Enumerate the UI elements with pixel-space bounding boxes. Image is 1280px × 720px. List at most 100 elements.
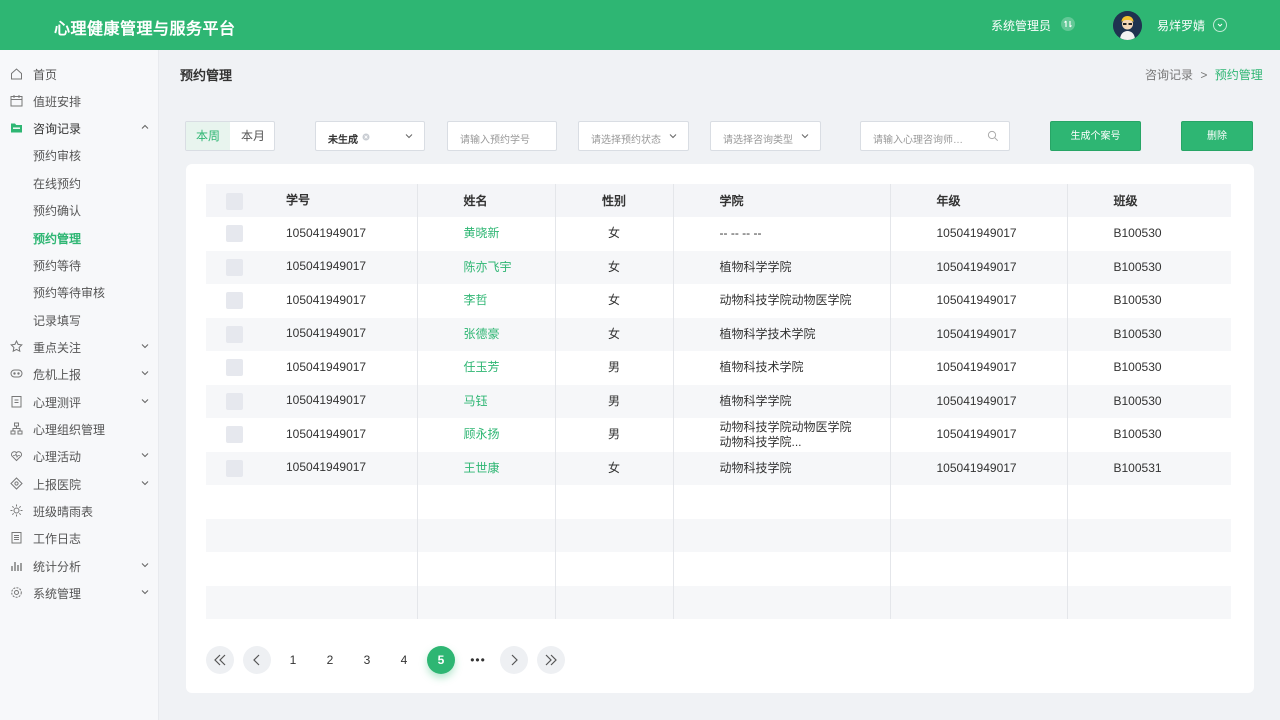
alert-icon bbox=[10, 369, 23, 378]
cell-id: 105041949017 bbox=[286, 426, 367, 441]
delete-button[interactable]: 删除 bbox=[1181, 121, 1253, 151]
case-status-value: 未生成 bbox=[328, 135, 358, 146]
row-checkbox[interactable] bbox=[226, 392, 243, 410]
last-page-button[interactable] bbox=[537, 646, 565, 674]
page-button-5-current[interactable]: 5 bbox=[427, 646, 455, 674]
sidebar-item-booking-wait-review[interactable]: 预约等待审核 bbox=[0, 278, 158, 305]
cell-class: B100530 bbox=[1067, 384, 1231, 418]
row-checkbox[interactable] bbox=[226, 426, 243, 444]
cell-class: B100530 bbox=[1113, 360, 1162, 375]
cell-id: 105041949017 bbox=[286, 359, 367, 374]
cell-name-link[interactable]: 李哲 bbox=[464, 293, 488, 307]
sidebar-item-booking-review[interactable]: 预约审核 bbox=[0, 141, 158, 168]
cell-name-link[interactable]: 张德豪 bbox=[464, 327, 500, 341]
row-checkbox[interactable] bbox=[226, 292, 243, 310]
clear-icon[interactable] bbox=[362, 133, 370, 141]
table-row[interactable]: 105041949017 顾永扬 男 动物科技学院动物医学院 动物科技学院... … bbox=[206, 418, 1231, 452]
page-button-3[interactable]: 3 bbox=[353, 646, 381, 674]
sidebar-item-label: 上报医院 bbox=[33, 478, 82, 492]
cell-name-link[interactable]: 陈亦飞宇 bbox=[464, 260, 512, 274]
sidebar-item-class-barometer[interactable]: 班级晴雨表 bbox=[0, 497, 158, 524]
cell-name-link[interactable]: 顾永扬 bbox=[464, 427, 500, 441]
case-status-select[interactable]: 未生成 bbox=[315, 121, 425, 151]
username[interactable]: 易烊罗婧 bbox=[1157, 17, 1205, 34]
breadcrumb-parent[interactable]: 咨询记录 bbox=[1145, 68, 1193, 82]
tab-this-week[interactable]: 本周 bbox=[186, 122, 230, 150]
folder-icon bbox=[11, 123, 22, 133]
row-checkbox[interactable] bbox=[226, 258, 243, 276]
sidebar-item-consult-records[interactable]: 咨询记录 bbox=[0, 114, 158, 141]
cell-gender: 男 bbox=[555, 384, 674, 418]
page-button-4[interactable]: 4 bbox=[390, 646, 418, 674]
empty-row bbox=[206, 552, 1231, 586]
cell-grade: 105041949017 bbox=[890, 284, 1068, 318]
sidebar-item-org-manage[interactable]: 心理组织管理 bbox=[0, 415, 158, 442]
sidebar-item-statistics[interactable]: 统计分析 bbox=[0, 552, 158, 579]
cell-college: 植物科技术学院 bbox=[673, 351, 891, 385]
cell-college-line: 动物科技学院... bbox=[719, 434, 802, 449]
sidebar-item-label: 值班安排 bbox=[33, 95, 82, 109]
sidebar-item-activity[interactable]: 心理活动 bbox=[0, 442, 158, 469]
consult-type-select[interactable]: 请选择咨询类型 bbox=[710, 121, 821, 151]
log-icon bbox=[11, 532, 22, 544]
sidebar-item-home[interactable]: 首页 bbox=[0, 60, 158, 87]
table-row[interactable]: 105041949017 黄晓新 女 -- -- -- -- 105041949… bbox=[206, 217, 1231, 251]
first-page-button[interactable] bbox=[206, 646, 234, 674]
table-card: 学号 姓名 性别 学院 年级 班级 105041949017 黄晓新 女 -- … bbox=[186, 164, 1254, 693]
table-row[interactable]: 105041949017 王世康 女 动物科技学院 105041949017 B… bbox=[206, 451, 1231, 485]
pagination-ellipsis[interactable]: ••• bbox=[464, 646, 492, 674]
table-row[interactable]: 105041949017 李哲 女 动物科技学院动物医学院 1050419490… bbox=[206, 284, 1231, 318]
sidebar-item-assessment[interactable]: 心理测评 bbox=[0, 388, 158, 415]
avatar[interactable] bbox=[1113, 11, 1142, 40]
cell-class: B100530 bbox=[1113, 427, 1162, 442]
sidebar-item-hospital-report[interactable]: 上报医院 bbox=[0, 470, 158, 497]
sidebar-item-crisis-report[interactable]: 危机上报 bbox=[0, 360, 158, 387]
search-icon[interactable] bbox=[987, 130, 999, 142]
prev-page-button[interactable] bbox=[243, 646, 271, 674]
table-row[interactable]: 105041949017 马钰 男 植物科学学院 105041949017 B1… bbox=[206, 384, 1231, 418]
breadcrumb-current: 预约管理 bbox=[1214, 68, 1263, 82]
sidebar-item-system[interactable]: 系统管理 bbox=[0, 579, 158, 606]
table-row[interactable]: 105041949017 任玉芳 男 植物科技术学院 105041949017 … bbox=[206, 351, 1231, 385]
tab-this-month[interactable]: 本月 bbox=[231, 122, 274, 150]
row-checkbox[interactable] bbox=[226, 359, 243, 377]
student-id-input[interactable]: 请输入预约学号 bbox=[447, 121, 557, 151]
table-row[interactable]: 105041949017 陈亦飞宇 女 植物科学学院 105041949017 … bbox=[206, 250, 1231, 284]
sidebar-item-duty[interactable]: 值班安排 bbox=[0, 87, 158, 114]
sidebar-item-label: 心理活动 bbox=[33, 450, 82, 464]
switch-role-icon[interactable] bbox=[1061, 17, 1075, 31]
row-checkbox[interactable] bbox=[226, 325, 243, 343]
cell-name-link[interactable]: 马钰 bbox=[464, 394, 488, 408]
chevron-down-icon bbox=[141, 563, 149, 568]
cell-name-link[interactable]: 黄晓新 bbox=[464, 226, 500, 240]
calendar-icon bbox=[10, 95, 23, 107]
generate-case-number-button[interactable]: 生成个案号 bbox=[1050, 121, 1141, 151]
row-checkbox[interactable] bbox=[226, 459, 243, 477]
sidebar: 首页 值班安排 咨询记录 预约审核 在线预约 预约确认 预约管理 预约等待 预约… bbox=[0, 50, 159, 720]
sidebar-item-label: 重点关注 bbox=[33, 341, 82, 355]
role-label[interactable]: 系统管理员 bbox=[991, 17, 1051, 34]
table-row[interactable]: 105041949017 张德豪 女 植物科学技术学院 105041949017… bbox=[206, 317, 1231, 351]
row-checkbox[interactable] bbox=[226, 225, 243, 243]
sidebar-item-booking-manage[interactable]: 预约管理 bbox=[0, 224, 158, 251]
counselor-search-input[interactable]: 请输入心理咨询师… bbox=[860, 121, 1010, 151]
page-button-2[interactable]: 2 bbox=[316, 646, 344, 674]
cell-name-link[interactable]: 王世康 bbox=[464, 461, 500, 475]
cell-name-link[interactable]: 任玉芳 bbox=[464, 360, 500, 374]
page-button-1[interactable]: 1 bbox=[279, 646, 307, 674]
sidebar-item-booking-wait[interactable]: 预约等待 bbox=[0, 251, 158, 278]
select-all-checkbox[interactable] bbox=[226, 192, 243, 210]
sidebar-item-online-booking[interactable]: 在线预约 bbox=[0, 169, 158, 196]
sidebar-item-label: 咨询记录 bbox=[33, 122, 82, 136]
sidebar-item-label: 预约等待 bbox=[33, 259, 82, 273]
next-page-button[interactable] bbox=[500, 646, 528, 674]
sidebar-item-work-log[interactable]: 工作日志 bbox=[0, 524, 158, 551]
sidebar-item-focus[interactable]: 重点关注 bbox=[0, 333, 158, 360]
breadcrumb-separator: > bbox=[1200, 68, 1208, 82]
booking-status-select[interactable]: 请选择预约状态 bbox=[578, 121, 689, 151]
sidebar-item-booking-confirm[interactable]: 预约确认 bbox=[0, 196, 158, 223]
cell-grade: 105041949017 bbox=[890, 384, 1068, 418]
user-menu-chevron-down-icon[interactable] bbox=[1213, 18, 1227, 32]
cell-gender: 男 bbox=[555, 418, 674, 452]
sidebar-item-record-fill[interactable]: 记录填写 bbox=[0, 306, 158, 333]
